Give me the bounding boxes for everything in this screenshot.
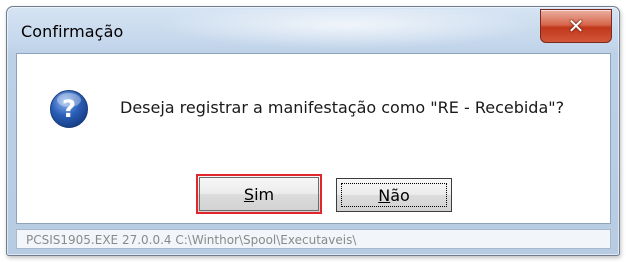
svg-text:?: ? (62, 95, 76, 123)
status-bar: PCSIS1905.EXE 27.0.0.4 C:\Winthor\Spool\… (16, 229, 611, 249)
no-button-label: Não (378, 185, 410, 205)
yes-button-label: Sim (243, 184, 275, 204)
dialog-title: Confirmação (21, 22, 124, 41)
close-icon: ✕ (567, 14, 585, 38)
titlebar-glass (157, 9, 537, 49)
no-button[interactable]: Não (336, 178, 452, 212)
close-button[interactable]: ✕ (540, 9, 612, 43)
question-icon: ? (50, 90, 88, 128)
dialog-message: Deseja registrar a manifestação como "RE… (120, 98, 565, 117)
yes-button[interactable]: Sim (196, 174, 322, 214)
confirmation-dialog: Confirmação ✕ ? Deseja registrar a manif… (6, 6, 620, 256)
dialog-body: ? Deseja registrar a manifestação como "… (16, 53, 611, 224)
